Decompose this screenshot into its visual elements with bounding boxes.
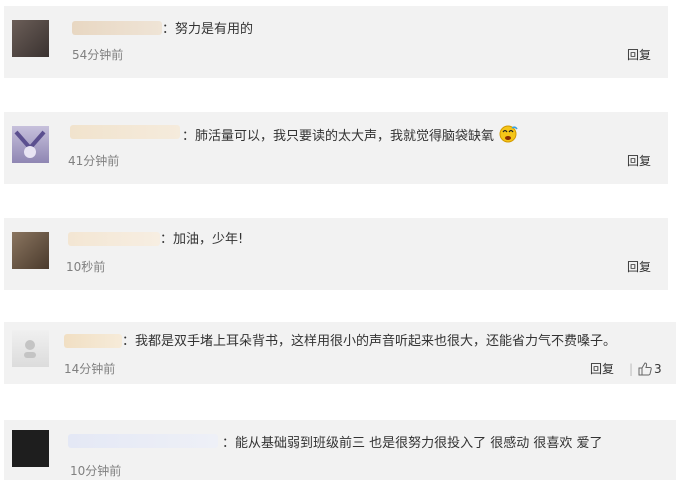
- username-blurred[interactable]: [72, 21, 162, 35]
- comment-time: 41分钟前: [68, 154, 120, 168]
- reply-button[interactable]: 回复: [627, 154, 651, 168]
- comment-card: ：肺活量可以，我只要读的太大声，我就觉得脑袋缺氧 41分钟前 回复: [4, 112, 668, 184]
- avatar[interactable]: [12, 430, 49, 467]
- reply-button[interactable]: 回复: [627, 48, 651, 62]
- avatar[interactable]: [12, 330, 49, 367]
- username-blurred[interactable]: [68, 232, 160, 246]
- comment-card: ：努力是有用的 54分钟前 回复: [4, 6, 668, 78]
- avatar[interactable]: [12, 126, 49, 163]
- comment-time: 10分钟前: [70, 464, 122, 478]
- avatar[interactable]: [12, 232, 49, 269]
- comment-time: 14分钟前: [64, 362, 116, 376]
- comment-card: ：能从基础弱到班级前三 也是很努力很投入了 很感动 很喜欢 爱了 10分钟前: [4, 420, 676, 480]
- thumbs-up-icon: [638, 362, 652, 376]
- comment-text: ：努力是有用的: [162, 22, 254, 37]
- reply-button[interactable]: 回复: [590, 362, 614, 376]
- like-count: 3: [654, 362, 662, 376]
- avatar[interactable]: [12, 20, 49, 57]
- comment-card: ：加油，少年! 10秒前 回复: [4, 218, 668, 290]
- separator: |: [629, 362, 634, 376]
- comment-text: ：加油，少年!: [160, 232, 244, 247]
- dizzy-face-emoji-icon: [499, 125, 518, 143]
- like-button[interactable]: | 3: [624, 362, 662, 376]
- reply-button[interactable]: 回复: [627, 260, 651, 274]
- comment-time: 10秒前: [66, 260, 106, 274]
- comment-text: ：能从基础弱到班级前三 也是很努力很投入了 很感动 很喜欢 爱了: [222, 436, 603, 451]
- comment-text: ：肺活量可以，我只要读的太大声，我就觉得脑袋缺氧: [182, 125, 518, 145]
- username-blurred[interactable]: [68, 434, 218, 448]
- comment-text: ：我都是双手堵上耳朵背书，这样用很小的声音听起来也很大，还能省力气不费嗓子。: [122, 334, 617, 349]
- comment-card: ：我都是双手堵上耳朵背书，这样用很小的声音听起来也很大，还能省力气不费嗓子。 1…: [4, 322, 676, 384]
- username-blurred[interactable]: [64, 334, 122, 348]
- default-avatar-icon: [24, 340, 36, 358]
- username-blurred[interactable]: [70, 125, 180, 139]
- avatar-figure-icon: [14, 130, 46, 158]
- comment-time: 54分钟前: [72, 48, 124, 62]
- comment-text-body: ：肺活量可以，我只要读的太大声，我就觉得脑袋缺氧: [182, 129, 495, 144]
